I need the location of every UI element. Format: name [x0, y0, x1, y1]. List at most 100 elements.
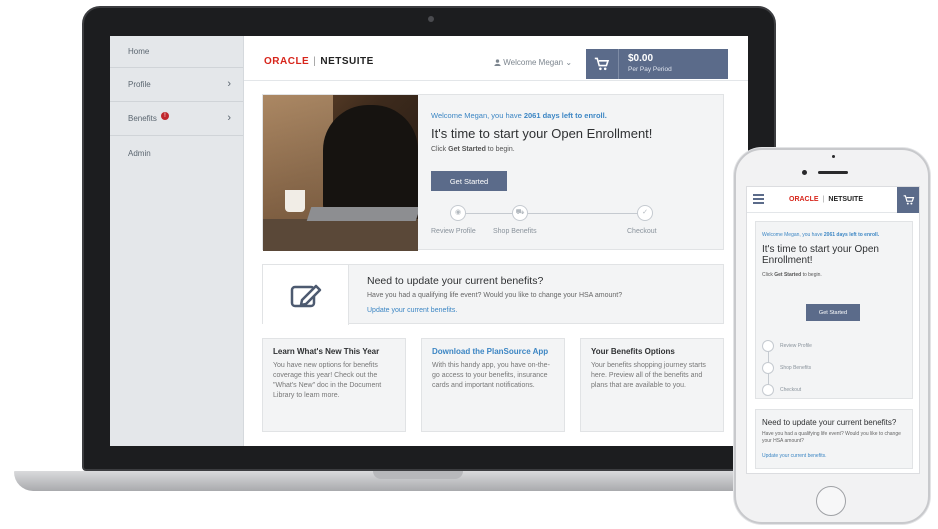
top-bar: ORACLE | NETSUITE Welcome Megan ⌄ $0.00 Pe… — [244, 36, 748, 81]
sidebar-item-benefits[interactable]: Benefits ! › — [110, 102, 243, 136]
card-body: You have new options for benefits covera… — [273, 362, 382, 399]
chevron-down-icon: ⌄ — [565, 58, 573, 67]
photo-table — [263, 219, 418, 251]
sidebar-item-home[interactable]: Home — [110, 36, 243, 68]
hamburger-menu-icon[interactable] — [753, 194, 764, 204]
phone-device: ORACLE | NETSUITE Welcome Megan, you have … — [734, 148, 930, 524]
phone-get-started-button[interactable]: Get Started — [806, 304, 860, 321]
hero-title: It's time to start your Open Enrollment! — [431, 126, 653, 141]
photo-laptop — [306, 207, 418, 221]
welcome-text: Welcome Megan — [503, 58, 564, 67]
cart-amount: $0.00 — [628, 53, 654, 64]
card-body: With this handy app, you have on-the-go … — [432, 362, 550, 389]
shop-benefits-step-icon — [762, 362, 774, 374]
phone-subtitle: Click Get Started to begin. — [762, 272, 822, 278]
step-shop-benefits: Shop Benefits — [493, 228, 537, 235]
enrollment-hero-card: Welcome Megan, you have 2061 days left t… — [262, 94, 724, 251]
user-menu[interactable]: Welcome Megan ⌄ — [494, 58, 572, 67]
phone-title: It's time to start your Open Enrollment! — [762, 244, 879, 266]
laptop-camera — [428, 16, 434, 22]
hero-days-left: 2061 days left to enroll. — [523, 111, 607, 120]
get-started-button[interactable]: Get Started — [431, 171, 507, 191]
hero-sub-suffix: to begin. — [485, 146, 515, 153]
phone-update-link[interactable]: Update your current benefits. — [762, 453, 826, 459]
home-button[interactable] — [816, 486, 846, 516]
phone-step-checkout: Checkout — [780, 387, 802, 393]
update-title: Need to update your current benefits? — [367, 275, 544, 287]
alert-badge: ! — [160, 111, 169, 120]
cart-icon — [594, 57, 610, 71]
phone-step-shop-benefits: Shop Benefits — [780, 365, 812, 371]
phone-sub-suffix: to begin. — [801, 272, 822, 278]
phone-sub-prefix: Click — [762, 272, 775, 278]
phone-update-subtitle: Have you had a qualifying life event? Wo… — [762, 431, 901, 444]
phone-screen: ORACLE | NETSUITE Welcome Megan, you have … — [746, 186, 920, 474]
review-profile-step-icon: ◉ — [450, 205, 466, 221]
checkout-step-icon — [762, 384, 774, 396]
hero-sub-prefix: Click — [431, 146, 449, 153]
step-review-profile: Review Profile — [431, 228, 476, 235]
photo-person — [323, 105, 418, 215]
review-profile-step-icon — [762, 340, 774, 352]
hero-text: Welcome Megan, you have 2061 days left t… — [431, 111, 652, 153]
phone-cart-button[interactable] — [897, 187, 919, 213]
hero-subtitle: Click Get Started to begin. — [431, 146, 652, 153]
chevron-right-icon: › — [227, 112, 231, 124]
phone-welcome-prefix: Welcome Megan, you have — [762, 232, 824, 238]
card-body: Your benefits shopping journey starts he… — [591, 362, 706, 389]
whats-new-card[interactable]: Learn What's New This Year You have new … — [262, 338, 406, 432]
phone-speaker — [818, 171, 848, 174]
hero-photo — [263, 95, 418, 251]
laptop-screen: Home Profile › Benefits ! › Admin ORACLE… — [110, 36, 748, 446]
update-subtitle: Have you had a qualifying life event? Wo… — [367, 292, 623, 299]
brand-separator: | — [313, 56, 317, 67]
brand-separator: | — [822, 196, 825, 203]
oracle-wordmark: ORACLE — [264, 56, 310, 67]
netsuite-wordmark: NETSUITE — [320, 56, 374, 67]
checkout-step-icon: ✓ — [637, 205, 653, 221]
edit-icon — [290, 284, 322, 308]
sidebar-item-label: Profile — [128, 80, 151, 89]
shop-benefits-step-icon: ⛟ — [512, 205, 528, 221]
card-title: Learn What's New This Year — [273, 347, 380, 356]
brand-logo[interactable]: ORACLE | NETSUITE — [264, 56, 374, 67]
cart-period: Per Pay Period — [628, 66, 672, 73]
cart-icon — [903, 195, 915, 205]
phone-camera — [802, 170, 807, 175]
device-mockup: Home Profile › Benefits ! › Admin ORACLE… — [0, 0, 938, 529]
phone-brand-logo[interactable]: ORACLE | NETSUITE — [789, 196, 863, 203]
phone-enrollment-card: Welcome Megan, you have 2061 days left t… — [755, 221, 913, 399]
photo-mug — [285, 190, 305, 212]
phone-step-review-profile: Review Profile — [780, 343, 812, 349]
cart-divider — [618, 49, 619, 79]
update-benefits-link[interactable]: Update your current benefits. — [367, 307, 457, 314]
sidebar-item-label: Benefits — [128, 114, 157, 123]
step-checkout: Checkout — [627, 228, 657, 235]
sidebar-item-admin[interactable]: Admin — [110, 136, 243, 170]
sidebar-item-label: Admin — [128, 148, 151, 158]
card-title[interactable]: Download the PlanSource App — [432, 347, 554, 356]
phone-update-card: Need to update your current benefits? Ha… — [755, 409, 913, 469]
card-title: Your Benefits Options — [591, 347, 675, 356]
hero-welcome: Welcome Megan, you have 2061 days left t… — [431, 111, 652, 120]
phone-update-title: Need to update your current benefits? — [762, 418, 897, 427]
chevron-right-icon: › — [227, 78, 231, 90]
sidebar-item-label: Home — [128, 47, 150, 56]
sidebar-item-profile[interactable]: Profile › — [110, 68, 243, 102]
phone-sub-bold: Get Started — [774, 272, 802, 278]
phone-days-left: 2061 days left to enroll. — [823, 232, 880, 238]
hero-welcome-prefix: Welcome Megan, you have — [431, 111, 524, 120]
hero-sub-bold: Get Started — [448, 146, 486, 153]
download-app-card[interactable]: Download the PlanSource App With this ha… — [421, 338, 565, 432]
phone-header: ORACLE | NETSUITE — [747, 187, 919, 213]
phone-sensor — [832, 155, 835, 158]
cart-summary-button[interactable]: $0.00 Per Pay Period — [586, 49, 728, 79]
benefits-options-card[interactable]: Your Benefits Options Your benefits shop… — [580, 338, 724, 432]
user-icon — [494, 59, 501, 66]
progress-line — [458, 213, 646, 214]
update-benefits-card: Need to update your current benefits? Ha… — [262, 264, 724, 325]
phone-welcome: Welcome Megan, you have 2061 days left t… — [762, 232, 879, 238]
netsuite-wordmark: NETSUITE — [828, 196, 864, 203]
oracle-wordmark: ORACLE — [789, 196, 819, 203]
update-icon-box — [263, 265, 349, 325]
